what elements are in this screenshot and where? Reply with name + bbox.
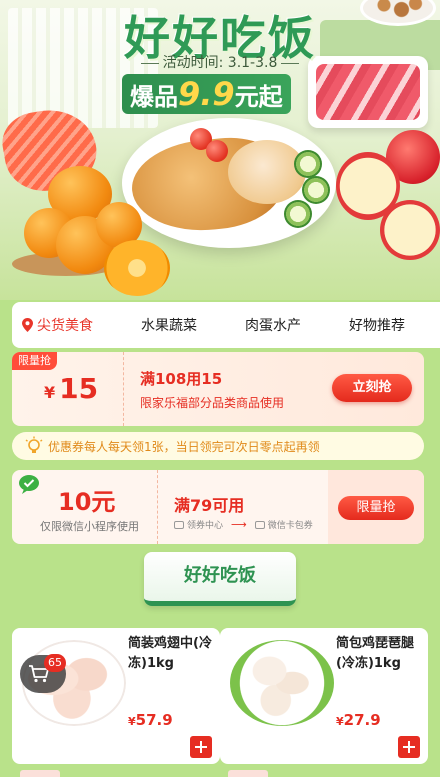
orange-half-image bbox=[104, 240, 170, 296]
cucumber-slice-image bbox=[302, 176, 330, 204]
tomato-image bbox=[206, 140, 228, 162]
coupon-title: 满79可用 bbox=[174, 496, 245, 515]
category-tabs: 尖货美食 水果蔬菜 肉蛋水产 好物推荐 bbox=[12, 302, 440, 348]
tab-label: 水果蔬菜 bbox=[141, 318, 197, 334]
coupon-value: 15 bbox=[59, 372, 99, 405]
hero-banner[interactable]: 好好吃饭 活动时间: 3.1-3.8 爆品9.9元起 bbox=[0, 0, 440, 300]
coupon-steps: 领券中心 ⟶ 微信卡包券 bbox=[174, 518, 313, 531]
product-price: ¥27.9 bbox=[336, 710, 381, 729]
price-value: 9.9 bbox=[178, 75, 235, 113]
hero-price-banner: 爆品9.9元起 bbox=[122, 74, 291, 114]
coupon-title: 满108用15 bbox=[140, 370, 223, 388]
currency-symbol: ¥ bbox=[44, 383, 56, 402]
coupon-wechat: 10元 仅限微信小程序使用 满79可用 领券中心 ⟶ 微信卡包券 限量抢 bbox=[12, 470, 424, 544]
price-value: 27.9 bbox=[343, 711, 381, 729]
price-suffix: 元起 bbox=[234, 83, 283, 111]
product-name: 简包鸡琵琶腿(冷冻)1kg bbox=[336, 636, 415, 671]
coupon-desc: 仅限微信小程序使用 bbox=[40, 520, 139, 533]
section-title: 好好吃饭 bbox=[144, 552, 296, 606]
location-pin-icon bbox=[22, 318, 33, 332]
coupon-button-zone: 限量抢 bbox=[328, 470, 424, 544]
tab-label: 尖货美食 bbox=[37, 318, 93, 334]
currency-symbol: ¥ bbox=[336, 715, 344, 728]
tab-recommended[interactable]: 好物推荐 bbox=[349, 315, 405, 335]
cart-count-badge: 65 bbox=[44, 654, 66, 672]
coupon-amount: ¥15 bbox=[44, 372, 98, 405]
tab-gourmet[interactable]: 尖货美食 bbox=[22, 315, 93, 335]
card-package-icon bbox=[254, 520, 265, 529]
activity-time: 活动时间: 3.1-3.8 bbox=[120, 52, 320, 72]
notice-text: 优惠券每人每天领1张，当日领完可次日零点起再领 bbox=[48, 439, 320, 454]
add-to-cart-button[interactable] bbox=[190, 736, 212, 758]
limited-flag: 限量抢 bbox=[12, 352, 57, 370]
product-name: 简装鸡翅中(冷冻)1kg bbox=[128, 636, 212, 671]
next-card-peek bbox=[228, 770, 268, 777]
product-price: ¥57.9 bbox=[128, 710, 173, 729]
cucumber-slice-image bbox=[294, 150, 322, 178]
currency-symbol: ¥ bbox=[128, 715, 136, 728]
product-card[interactable]: 简包鸡琵琶腿(冷冻)1kg ¥27.9 bbox=[220, 628, 428, 764]
tab-label: 肉蛋水产 bbox=[245, 318, 301, 334]
product-image bbox=[230, 640, 334, 726]
tab-fruit-veg[interactable]: 水果蔬菜 bbox=[141, 315, 197, 335]
coupon-notice: 优惠券每人每天领1张，当日领完可次日零点起再领 bbox=[12, 432, 424, 460]
cucumber-slice-image bbox=[284, 200, 312, 228]
coupon-desc: 限家乐福部分品类商品使用 bbox=[140, 396, 285, 410]
arrow-right-icon: ⟶ bbox=[231, 518, 247, 531]
grab-now-button[interactable]: 立刻抢 bbox=[332, 374, 412, 402]
add-to-cart-button[interactable] bbox=[398, 736, 420, 758]
price-value: 57.9 bbox=[135, 711, 173, 729]
chicken-breast-image bbox=[228, 140, 306, 204]
coupon-108-15: 限量抢 ¥15 满108用15 限家乐福部分品类商品使用 立刻抢 bbox=[12, 352, 424, 426]
coupon-center-icon bbox=[174, 520, 184, 529]
price-prefix: 爆品 bbox=[130, 83, 178, 111]
apple-half-image bbox=[380, 200, 440, 260]
coupon-amount: 10元 bbox=[58, 488, 116, 516]
tab-meat-egg-seafood[interactable]: 肉蛋水产 bbox=[245, 315, 301, 335]
limited-grab-button[interactable]: 限量抢 bbox=[338, 496, 414, 520]
lightbulb-icon bbox=[25, 436, 43, 453]
tab-label: 好物推荐 bbox=[349, 318, 405, 334]
next-card-peek bbox=[20, 770, 60, 777]
step-label: 领券中心 bbox=[187, 521, 224, 531]
wechat-icon bbox=[19, 475, 39, 494]
step-label: 微信卡包券 bbox=[267, 521, 313, 531]
product-card[interactable]: 简装鸡翅中(冷冻)1kg ¥57.9 bbox=[12, 628, 220, 764]
